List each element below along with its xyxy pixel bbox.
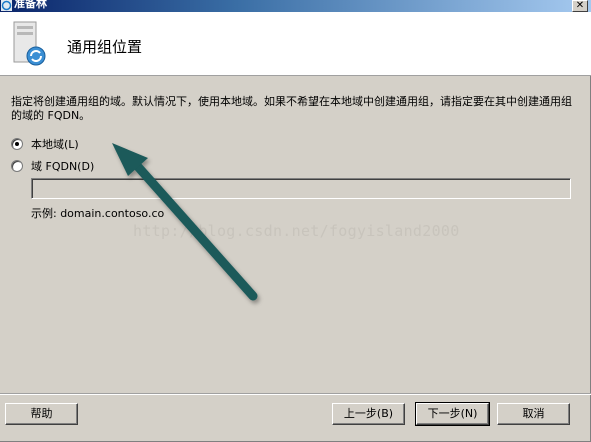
page-title: 通用组位置 bbox=[67, 38, 143, 56]
dialog-window: 准备林 ✕ 通用组位置 指定将创建通用组的域。默认情况下，使用本地域。如果不希望… bbox=[0, 0, 591, 442]
example-text: 示例: domain.contoso.co bbox=[31, 207, 165, 220]
watermark-text: http://blog.csdn.net/fogyisland2000 bbox=[133, 222, 460, 240]
window-title: 准备林 bbox=[14, 0, 47, 10]
close-icon: ✕ bbox=[575, 0, 585, 11]
back-button[interactable]: 上一步(B) bbox=[332, 403, 405, 425]
fqdn-domain-option[interactable]: 域 FQDN(D) bbox=[11, 158, 94, 174]
local-domain-option[interactable]: 本地域(L) bbox=[11, 136, 79, 152]
footer-divider bbox=[0, 393, 591, 395]
cancel-button[interactable]: 取消 bbox=[497, 403, 570, 425]
fqdn-domain-radio[interactable] bbox=[11, 160, 23, 172]
fqdn-domain-label: 域 FQDN(D) bbox=[31, 160, 95, 173]
wizard-header: 通用组位置 bbox=[0, 12, 591, 76]
instruction-text: 指定将创建通用组的域。默认情况下，使用本地域。如果不希望在本地域中创建通用组，请… bbox=[11, 95, 572, 122]
help-button[interactable]: 帮助 bbox=[5, 403, 78, 425]
close-button[interactable]: ✕ bbox=[572, 0, 588, 12]
server-sync-icon bbox=[13, 21, 46, 66]
local-domain-label: 本地域(L) bbox=[31, 138, 79, 151]
local-domain-radio[interactable] bbox=[11, 138, 23, 150]
fqdn-input[interactable] bbox=[31, 178, 571, 199]
next-button[interactable]: 下一步(N) bbox=[415, 402, 490, 426]
app-icon bbox=[1, 0, 12, 11]
title-bar: 准备林 ✕ bbox=[0, 0, 591, 12]
